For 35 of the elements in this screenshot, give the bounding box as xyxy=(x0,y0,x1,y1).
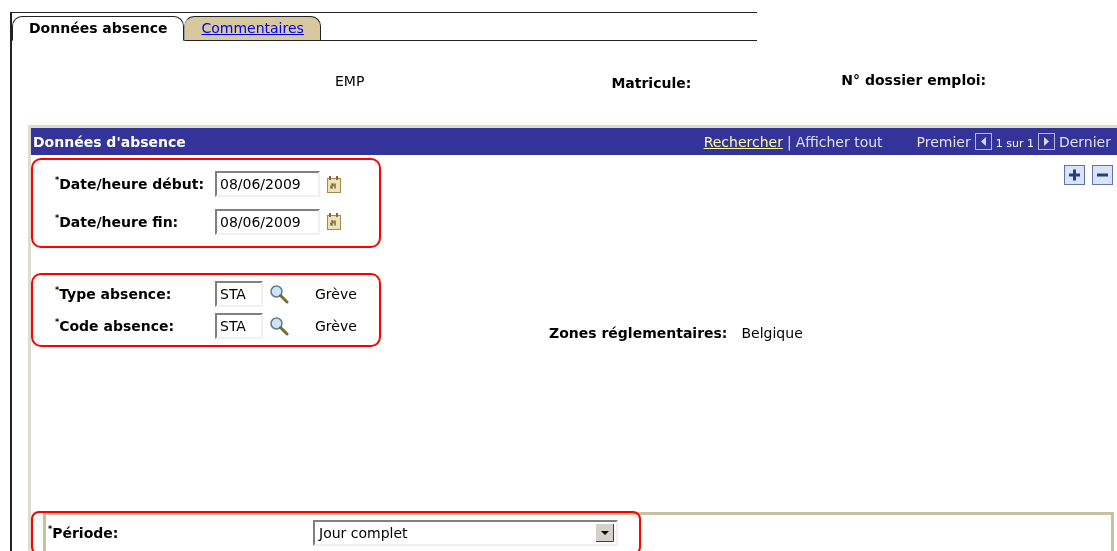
code-field[interactable]: STA xyxy=(215,313,263,339)
field-label: $^{*}$Date/heure début: xyxy=(55,176,206,193)
page-counter: 1 sur 1 xyxy=(995,136,1034,150)
date-field[interactable]: 08/06/2009 xyxy=(215,171,320,198)
dropdown-arrow-icon[interactable] xyxy=(596,524,614,542)
previous-icon[interactable] xyxy=(974,133,992,150)
tab[interactable]: Commentaires xyxy=(184,16,321,41)
zones-label: Zones réglementaires: xyxy=(549,325,728,341)
search-link[interactable]: Rechercher xyxy=(703,133,783,150)
search-icon[interactable] xyxy=(269,284,289,304)
tab[interactable]: Données absence xyxy=(12,16,185,41)
field-label: $^{*}$Code absence: xyxy=(55,318,176,334)
remove-icon[interactable] xyxy=(1092,165,1113,185)
show-all-text: Afficher tout xyxy=(795,133,883,150)
code-description: Grève xyxy=(315,286,357,302)
matricule-label: Matricule: xyxy=(611,75,692,91)
code-field[interactable]: STA xyxy=(215,281,263,307)
zones-value: Belgique xyxy=(741,325,803,341)
next-icon[interactable] xyxy=(1037,133,1055,150)
code-description: Grève xyxy=(315,318,357,334)
add-icon[interactable] xyxy=(1064,165,1085,185)
last-text: Dernier xyxy=(1058,133,1111,150)
date-field[interactable]: 08/06/2009 xyxy=(215,208,320,235)
employee-text: EMP xyxy=(335,73,365,89)
search-icon[interactable] xyxy=(269,316,289,336)
field-label: $^{*}$Date/heure fin: xyxy=(55,213,180,230)
period-label: $^{*}$Période: xyxy=(47,525,120,541)
dossier-label: N° dossier emploi: xyxy=(841,72,987,88)
calendar-icon[interactable] xyxy=(326,174,343,194)
calendar-icon[interactable] xyxy=(326,212,343,232)
separator: | xyxy=(786,133,792,150)
field-label: $^{*}$Type absence: xyxy=(55,286,173,302)
section-title: Données d'absence xyxy=(32,133,186,150)
first-text: Premier xyxy=(916,133,971,150)
period-dropdown[interactable]: Jour complet xyxy=(313,520,618,546)
